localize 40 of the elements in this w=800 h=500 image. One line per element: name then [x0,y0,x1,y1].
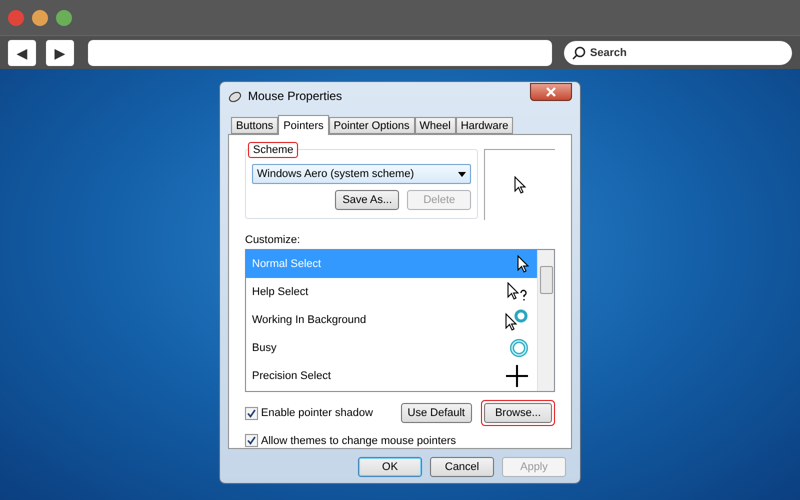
minimize-dot[interactable] [32,10,48,26]
checkbox-label: Enable pointer shadow [261,407,373,419]
tab[interactable]: Wheel [414,117,456,134]
close-dot[interactable] [8,10,24,26]
scrollbar[interactable] [537,250,554,391]
dialog-button[interactable]: Cancel [430,457,494,477]
working-cursor-icon [505,309,529,331]
scheme-button[interactable]: Save As... [335,190,400,210]
tab[interactable]: Buttons [231,117,278,134]
close-button[interactable] [530,83,572,101]
close-icon [546,87,556,97]
window-title: Mouse Properties [248,89,342,103]
tab[interactable]: Hardware [456,117,514,134]
scheme-label: Scheme [248,142,298,158]
checkbox[interactable]: Enable pointer shadow [245,406,398,420]
arrow-cursor-icon [517,255,529,273]
scroll-thumb[interactable] [540,266,553,294]
back-button[interactable]: ◀ [8,40,36,66]
checkbox[interactable]: Allow themes to change mouse pointers [245,434,555,447]
address-field[interactable] [88,40,552,66]
forward-button[interactable]: ▶ [46,40,74,66]
pointer-button[interactable]: Browse... [484,403,552,423]
scheme-dropdown[interactable]: Windows Aero (system scheme) [252,164,472,184]
search-field[interactable]: Search [564,40,792,64]
tab[interactable]: Pointers [278,115,329,135]
checkbox-label: Allow themes to change mouse pointers [261,434,456,446]
dialog-button[interactable]: OK [358,457,422,477]
dropdown-caret-icon [458,172,466,176]
check-icon [247,436,256,445]
arrow-cursor-icon [514,176,526,194]
tab[interactable]: Pointer Options [328,117,414,134]
maximize-dot[interactable] [56,10,72,26]
customize-label: Customize: [245,234,302,246]
search-icon [572,46,586,60]
check-icon [247,408,256,418]
pointer-button[interactable]: Use Default [400,403,472,423]
crosshair-cursor-icon [505,364,529,388]
mouse-icon [228,90,242,102]
help-cursor-icon [507,282,529,302]
busy-cursor-icon [509,338,529,358]
